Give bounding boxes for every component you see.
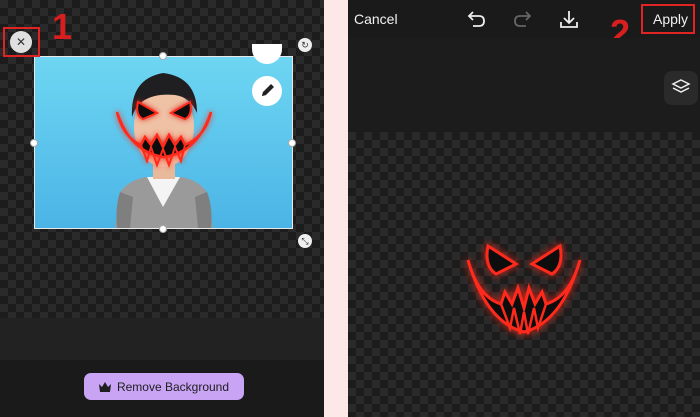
devil-face-cutout <box>466 243 582 335</box>
resize-handle-bottom[interactable] <box>159 225 167 233</box>
layers-icon <box>671 79 691 93</box>
right-editor-panel: Cancel Apply 2 <box>348 0 700 417</box>
resize-handle-right[interactable] <box>288 139 296 147</box>
delete-layer-button[interactable]: ✕ <box>10 31 32 53</box>
close-icon: ✕ <box>15 35 27 49</box>
resize-icon: ⤡ <box>301 236 309 246</box>
scale-handle[interactable]: ⤡ <box>298 234 312 248</box>
canvas-top-area <box>348 38 700 132</box>
apply-button[interactable]: Apply <box>653 11 688 27</box>
panel-divider <box>324 0 348 417</box>
edit-button[interactable] <box>252 76 282 106</box>
annotation-number-1: 1 <box>52 6 73 47</box>
resize-handle-left[interactable] <box>30 139 38 147</box>
remove-background-label: Remove Background <box>116 379 230 394</box>
resize-handle-top[interactable] <box>159 52 167 60</box>
cancel-button[interactable]: Cancel <box>354 11 398 27</box>
left-layer-strip <box>0 318 324 360</box>
undo-icon[interactable] <box>465 8 487 30</box>
transparent-canvas-right <box>348 132 700 417</box>
screenshot-root: ↻ ⤡ ✕ 1 Remove Background Cancel Apply 2 <box>0 0 700 417</box>
remove-background-button[interactable]: Remove Background <box>84 373 244 400</box>
pencil-icon <box>262 84 274 96</box>
crown-icon <box>98 381 111 392</box>
rotate-icon: ↻ <box>301 40 309 50</box>
rotate-handle[interactable]: ↻ <box>298 38 312 52</box>
layers-button[interactable] <box>664 71 698 105</box>
left-editor-panel: ↻ ⤡ ✕ 1 Remove Background <box>0 0 324 417</box>
redo-icon[interactable] <box>512 8 534 30</box>
top-toolbar: Cancel Apply <box>348 0 700 38</box>
download-icon[interactable] <box>558 8 580 30</box>
